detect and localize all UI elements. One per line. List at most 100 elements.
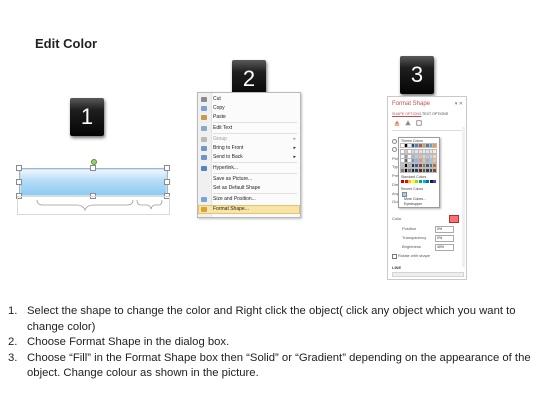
theme-color-swatch[interactable] — [400, 162, 405, 168]
theme-color-swatch[interactable] — [414, 143, 420, 148]
fill-line-icon[interactable] — [394, 120, 400, 126]
effects-icon[interactable] — [405, 120, 411, 126]
menu-item-save-as-picture[interactable]: Save as Picture... — [198, 175, 300, 184]
theme-color-swatch[interactable] — [407, 143, 413, 148]
horizontal-scrollbar[interactable] — [392, 272, 464, 277]
theme-color-swatch[interactable] — [428, 162, 434, 168]
theme-color-swatch[interactable] — [400, 143, 405, 148]
resize-handle-top[interactable] — [90, 165, 96, 171]
theme-color-swatch[interactable] — [432, 167, 438, 173]
theme-color-swatch[interactable] — [421, 162, 427, 168]
theme-color-swatch[interactable] — [407, 158, 413, 164]
size-properties-icon[interactable] — [416, 120, 422, 126]
transparency-input[interactable]: 0% — [435, 235, 454, 242]
theme-color-swatch[interactable] — [410, 167, 416, 173]
menu-item-copy[interactable]: Copy — [198, 104, 300, 113]
resize-handle-top-left[interactable] — [16, 165, 22, 171]
menu-item-send-to-back[interactable]: Send to Back ▸ — [198, 153, 300, 162]
tab-text-options[interactable]: TEXT OPTIONS — [422, 112, 448, 116]
menu-item-cut[interactable]: Cut — [198, 95, 300, 104]
theme-color-swatch[interactable] — [421, 153, 427, 159]
theme-color-swatch[interactable] — [403, 143, 409, 148]
theme-color-swatch[interactable] — [418, 143, 423, 148]
theme-color-swatch[interactable] — [410, 153, 416, 159]
theme-color-swatch[interactable] — [432, 153, 438, 159]
menu-item-size-and-position[interactable]: Size and Position... — [198, 195, 300, 204]
theme-color-swatch[interactable] — [403, 149, 409, 155]
menu-item-set-as-default-shape[interactable]: Set as Default Shape — [198, 184, 300, 193]
menu-item-format-shape[interactable]: Format Shape... — [198, 205, 300, 214]
menu-item-group[interactable]: Group ▸ — [198, 135, 300, 144]
theme-color-swatch[interactable] — [428, 153, 434, 159]
theme-color-swatch[interactable] — [425, 162, 431, 168]
theme-color-swatch[interactable] — [421, 167, 427, 173]
theme-color-swatch[interactable] — [418, 153, 423, 159]
theme-color-swatch[interactable] — [403, 153, 409, 159]
theme-color-swatch[interactable] — [421, 143, 427, 148]
color-picker-button[interactable] — [449, 215, 459, 223]
standard-color-swatch[interactable] — [429, 180, 433, 183]
theme-color-swatch[interactable] — [418, 162, 423, 168]
theme-color-swatch[interactable] — [432, 149, 438, 155]
theme-color-swatch[interactable] — [418, 149, 423, 155]
menu-item-bring-to-front[interactable]: Bring to Front ▸ — [198, 144, 300, 153]
theme-color-swatch[interactable] — [425, 149, 431, 155]
rotate-with-shape-checkbox[interactable] — [392, 254, 397, 259]
theme-color-swatch[interactable] — [400, 149, 405, 155]
resize-handle-left[interactable] — [16, 179, 22, 185]
standard-color-swatch[interactable] — [401, 180, 404, 183]
theme-color-swatch[interactable] — [428, 149, 434, 155]
theme-color-swatch[interactable] — [410, 143, 416, 148]
standard-color-swatch[interactable] — [419, 180, 422, 183]
theme-color-swatch[interactable] — [425, 167, 431, 173]
theme-color-swatch[interactable] — [400, 153, 405, 159]
theme-color-swatch[interactable] — [425, 143, 431, 148]
resize-handle-top-right[interactable] — [164, 165, 170, 171]
standard-color-swatch[interactable] — [422, 180, 426, 183]
standard-color-swatch[interactable] — [411, 180, 415, 183]
theme-color-swatch[interactable] — [418, 167, 423, 173]
menu-item-hyperlink[interactable]: Hyperlink... — [198, 164, 300, 173]
standard-color-swatch[interactable] — [415, 180, 419, 183]
theme-color-swatch[interactable] — [428, 143, 434, 148]
theme-color-swatch[interactable] — [428, 158, 434, 164]
menu-item-edit-text[interactable]: Edit Text — [198, 124, 300, 133]
more-colors-link[interactable]: More Colors... — [404, 197, 426, 201]
gradient-radio[interactable] — [392, 147, 397, 152]
theme-color-swatch[interactable] — [400, 158, 405, 164]
theme-color-swatch[interactable] — [432, 143, 438, 148]
theme-color-swatch[interactable] — [414, 162, 420, 168]
pane-close-icon[interactable]: ▾ ✕ — [455, 101, 463, 107]
theme-color-swatch[interactable] — [425, 158, 431, 164]
theme-color-swatch[interactable] — [421, 158, 427, 164]
theme-color-swatch[interactable] — [432, 162, 438, 168]
theme-color-swatch[interactable] — [407, 149, 413, 155]
brightness-input[interactable]: 40% — [435, 244, 454, 251]
fill-radio[interactable] — [392, 139, 397, 144]
theme-color-swatch[interactable] — [410, 162, 416, 168]
eyedropper-link[interactable]: Eyedropper — [404, 202, 422, 206]
theme-color-swatch[interactable] — [418, 158, 423, 164]
theme-color-swatch[interactable] — [410, 158, 416, 164]
theme-color-swatch[interactable] — [414, 149, 420, 155]
theme-color-swatch[interactable] — [403, 158, 409, 164]
standard-color-swatch[interactable] — [433, 180, 437, 183]
theme-color-swatch[interactable] — [425, 153, 431, 159]
theme-color-swatch[interactable] — [414, 167, 420, 173]
theme-color-swatch[interactable] — [414, 158, 420, 164]
theme-color-swatch[interactable] — [407, 167, 413, 173]
menu-item-paste[interactable]: Paste — [198, 113, 300, 122]
position-input[interactable]: 0% — [435, 226, 454, 233]
tab-shape-options[interactable]: SHAPE OPTIONS — [392, 112, 421, 116]
theme-color-swatch[interactable] — [400, 167, 405, 173]
theme-color-swatch[interactable] — [428, 167, 434, 173]
line-section-header[interactable]: LINE — [392, 265, 401, 270]
theme-color-swatch[interactable] — [410, 149, 416, 155]
theme-color-swatch[interactable] — [403, 162, 409, 168]
standard-color-swatch[interactable] — [404, 180, 408, 183]
theme-color-swatch[interactable] — [407, 153, 413, 159]
resize-handle-right[interactable] — [164, 179, 170, 185]
theme-color-swatch[interactable] — [432, 158, 438, 164]
standard-color-swatch[interactable] — [408, 180, 412, 183]
theme-color-swatch[interactable] — [414, 153, 420, 159]
